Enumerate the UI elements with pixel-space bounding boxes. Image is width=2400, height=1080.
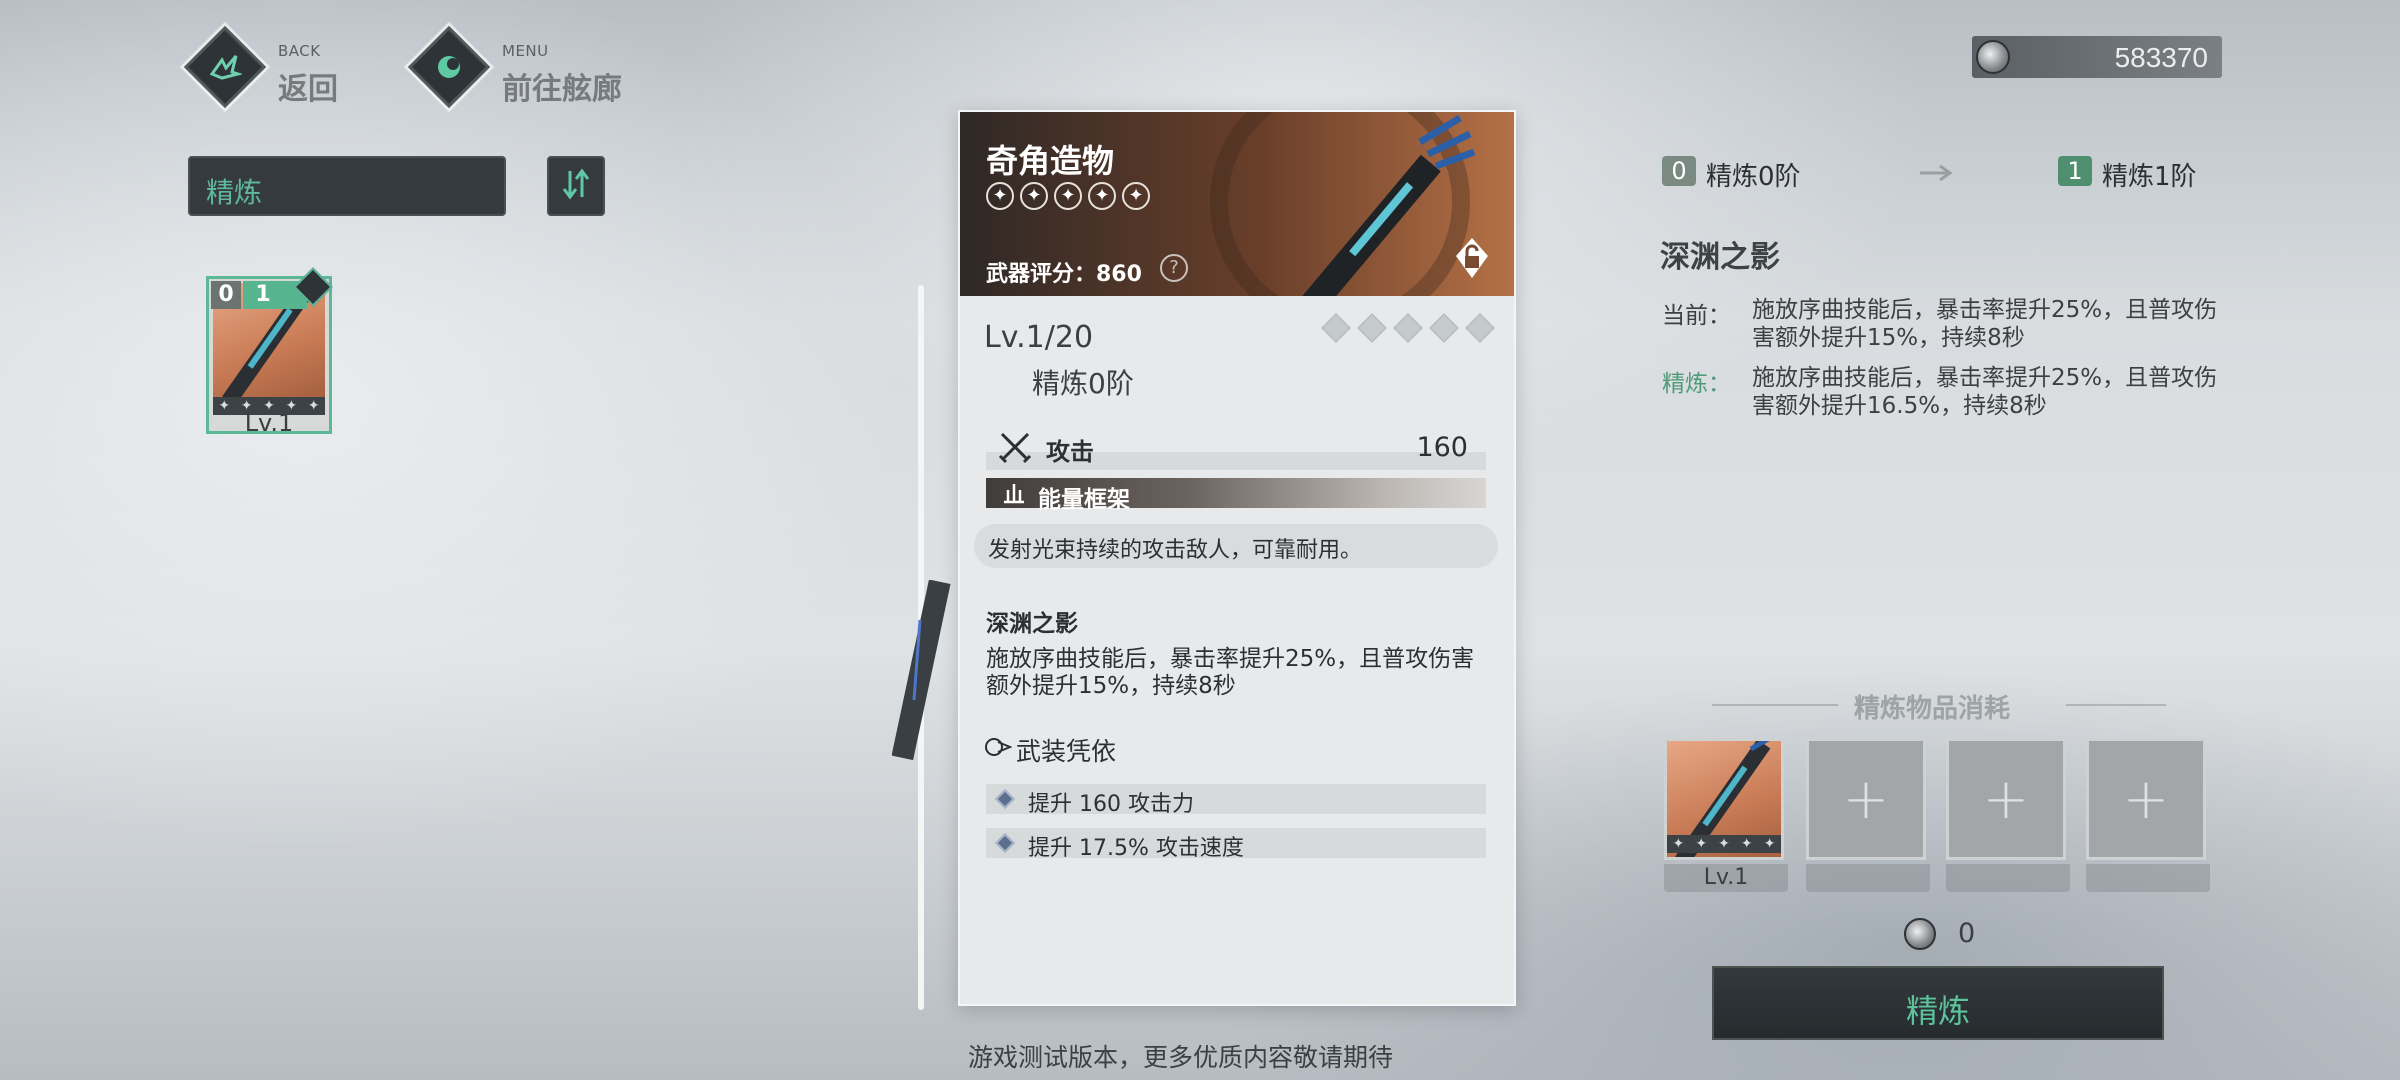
star-icon: ✦: [1695, 836, 1708, 852]
currency-display: 583370: [1972, 36, 2222, 78]
star-icon: ✦: [1122, 182, 1150, 210]
diamond-icon: [1465, 313, 1495, 343]
diamond-bullet-icon: [995, 833, 1015, 853]
filter-dropdown[interactable]: 精炼: [188, 156, 506, 216]
gallery-icon: [420, 38, 478, 96]
refine-diamonds: [1321, 313, 1495, 343]
weapon-background-art: [891, 579, 952, 761]
filter-label: 精炼: [206, 176, 263, 209]
divider: [2066, 704, 2166, 706]
rarity-stars: ✦ ✦ ✦ ✦ ✦: [986, 182, 1150, 210]
star-icon: ✦: [1020, 182, 1048, 210]
currency-value: 583370: [2114, 42, 2208, 73]
star-icon: ✦: [1088, 182, 1116, 210]
attack-value: 160: [1416, 432, 1468, 463]
slot-1-footer: Lv.1: [1664, 864, 1788, 892]
diamond-icon: [1429, 313, 1459, 343]
plus-icon: +: [2122, 766, 2170, 832]
crossed-swords-icon: [998, 430, 1032, 468]
slot-1-level: Lv.1: [1703, 865, 1749, 890]
skill-title: 深渊之影: [986, 611, 1078, 637]
refine-skill-title: 深渊之影: [1660, 240, 1780, 275]
menu-small-label: MENU: [502, 42, 549, 60]
armament-bonus-row: 提升 17.5% 攻击速度: [986, 828, 1486, 861]
back-small-label: BACK: [278, 42, 321, 60]
weapon-score: 武器评分：860: [986, 262, 1142, 287]
arrow-right-icon: [1920, 164, 1954, 186]
weapon-refine-level: 精炼0阶: [1032, 367, 1134, 400]
consume-title: 精炼物品消耗: [1854, 694, 2011, 724]
attack-label: 攻击: [1046, 438, 1094, 466]
footer-notice: 游戏测试版本，更多优质内容敬请期待: [968, 1043, 1394, 1072]
weapon-name: 奇角造物: [986, 142, 1115, 180]
material-slot-3[interactable]: +: [1946, 738, 2066, 860]
refine-cost: 0: [1958, 918, 1976, 949]
energy-frame-icon: [1002, 482, 1026, 508]
refine-button-label: 精炼: [1905, 992, 1970, 1030]
armament-bonus-text: 提升 160 攻击力: [1028, 792, 1194, 817]
coin-icon: [1976, 40, 2010, 74]
back-icon: [196, 38, 254, 96]
skill-description: 施放序曲技能后，暴击率提升25%，且普攻伤害额外提升15%，持续8秒: [986, 646, 1475, 699]
help-icon[interactable]: ?: [1160, 254, 1188, 282]
armament-bonus-text: 提升 17.5% 攻击速度: [1028, 836, 1244, 861]
plus-icon: +: [1982, 766, 2030, 832]
star-icon: ✦: [1763, 836, 1776, 852]
star-icon: ✦: [1740, 836, 1753, 852]
diamond-icon: [1393, 313, 1423, 343]
coin-icon: [1904, 918, 1936, 950]
to-level-label: 精炼1阶: [2102, 162, 2197, 192]
weapon-header: 奇角造物 ✦ ✦ ✦ ✦ ✦ 武器评分：860 ?: [960, 112, 1514, 296]
divider: [1712, 704, 1838, 706]
refine-current-badge: 0: [211, 281, 241, 309]
weapon-detail-panel: 奇角造物 ✦ ✦ ✦ ✦ ✦ 武器评分：860 ? Lv.1/20 精炼0阶 攻…: [958, 110, 1516, 1006]
back-button[interactable]: BACK 返回: [183, 25, 366, 109]
current-effect-text: 施放序曲技能后，暴击率提升25%，且普攻伤害额外提升15%，持续8秒: [1752, 297, 2218, 351]
slot-stars: ✦ ✦ ✦ ✦ ✦: [1667, 835, 1781, 853]
menu-button[interactable]: MENU 前往舷廊: [407, 25, 650, 109]
weapon-type-bar: 能量框架: [986, 478, 1486, 513]
refine-next-value: 1: [255, 282, 271, 307]
slot-2-footer: [1806, 864, 1930, 892]
star-icon: ✦: [986, 182, 1014, 210]
material-slot-1[interactable]: ✦ ✦ ✦ ✦ ✦: [1664, 732, 1784, 872]
sort-icon: [561, 167, 591, 205]
armament-icon: [984, 734, 1013, 764]
lock-icon[interactable]: [1452, 236, 1492, 280]
slot-4-footer: [2086, 864, 2210, 892]
sort-button[interactable]: [547, 156, 605, 216]
material-slot-2[interactable]: +: [1806, 738, 1926, 860]
plus-icon: +: [1842, 766, 1890, 832]
from-level-label: 精炼0阶: [1706, 162, 1801, 192]
weapon-level: Lv.1/20: [984, 320, 1094, 355]
weapon-card-level: Lv.1: [244, 409, 294, 437]
weapon-description: 发射光束持续的攻击敌人，可靠耐用。: [988, 538, 1363, 563]
refine-effect-text: 施放序曲技能后，暴击率提升25%，且普攻伤害额外提升16.5%，持续8秒: [1752, 365, 2218, 419]
weapon-description-box: 发射光束持续的攻击敌人，可靠耐用。: [974, 524, 1498, 568]
weapon-type: 能量框架: [1038, 487, 1130, 513]
from-level-pill: 0: [1662, 156, 1696, 186]
current-label: 当前：: [1662, 303, 1731, 329]
menu-label: 前往舷廊: [502, 72, 622, 107]
weapon-card[interactable]: 0 1 ✦ ✦ ✦ ✦ ✦ Lv.1: [206, 267, 333, 437]
diamond-icon: [1321, 313, 1351, 343]
attack-stat: 攻击 160: [986, 424, 1486, 470]
armament-bonus-row: 提升 160 攻击力: [986, 784, 1486, 817]
armament-title: 武装凭依: [1016, 737, 1117, 766]
refine-button[interactable]: 精炼: [1712, 966, 2164, 1040]
back-label: 返回: [278, 72, 338, 107]
refine-effect-label: 精炼：: [1662, 371, 1731, 397]
star-icon: ✦: [1718, 836, 1730, 852]
slot-3-footer: [1946, 864, 2070, 892]
material-slot-4[interactable]: +: [2086, 738, 2206, 860]
star-icon: ✦: [1672, 836, 1685, 852]
refine-current-value: 0: [218, 282, 234, 307]
star-icon: ✦: [1054, 182, 1082, 210]
diamond-bullet-icon: [995, 789, 1015, 809]
diamond-icon: [1357, 313, 1387, 343]
to-level-pill: 1: [2058, 156, 2092, 186]
